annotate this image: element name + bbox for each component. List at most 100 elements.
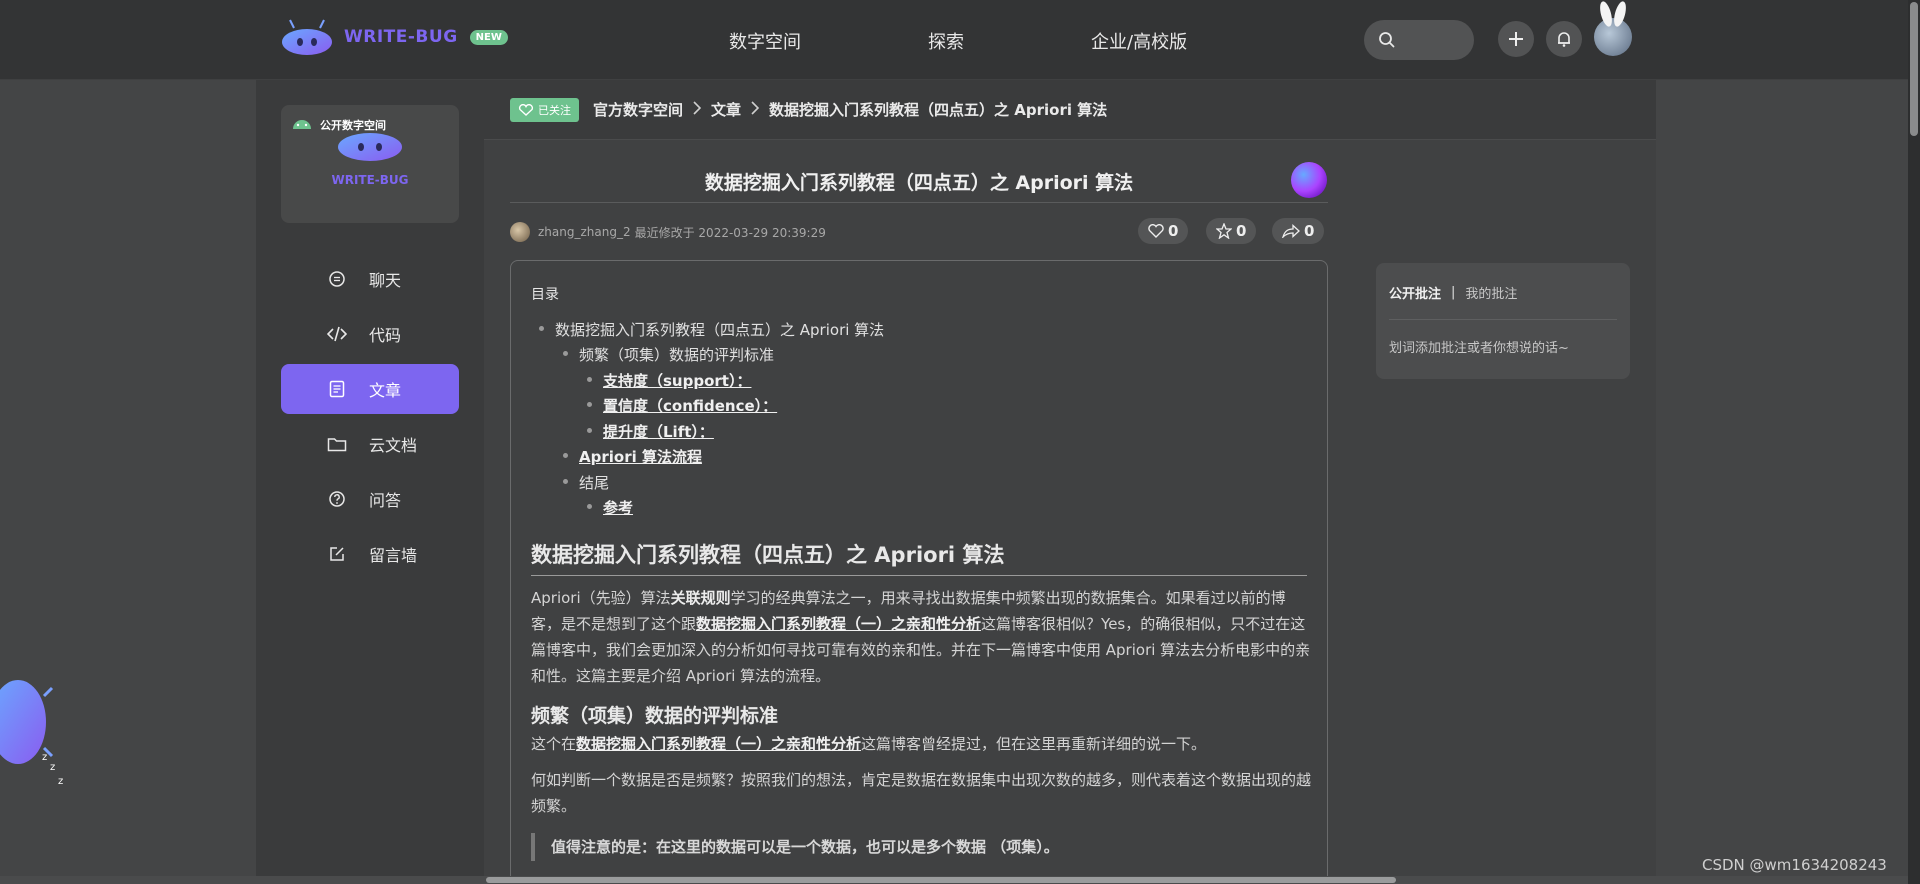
article-content: 目录 数据挖掘入门系列教程（四点五）之 Apriori 算法 频繁（项集）数据的…	[510, 260, 1328, 884]
vertical-scrollbar[interactable]	[1908, 0, 1920, 884]
breadcrumb-current: 数据挖掘入门系列教程（四点五）之 Apriori 算法	[769, 101, 1108, 119]
sidebar-item-article[interactable]: 文章	[281, 364, 459, 414]
article-title: 数据挖掘入门系列教程（四点五）之 Apriori 算法	[704, 172, 1134, 194]
nav-digital-space[interactable]: 数字空间	[729, 28, 801, 54]
bell-icon	[1558, 32, 1570, 47]
annotation-tabs: 公开批注 | 我的批注	[1389, 283, 1517, 302]
text-run: 这篇博客曾经提过，但在这里再重新详细的说一下。	[861, 735, 1207, 753]
sidebar-item-label: 留言墙	[369, 546, 418, 565]
section-paragraph: 这个在数据挖掘入门系列教程（一）之亲和性分析这篇博客曾经提过，但在这里再重新详细…	[531, 731, 1311, 757]
annotation-hint: 划词添加批注或者你想说的话~	[1389, 341, 1569, 356]
sidebar-item-message-wall[interactable]: 留言墙	[281, 529, 459, 579]
android-icon	[293, 120, 311, 129]
toc-item[interactable]: 支持度（support）：	[586, 370, 751, 391]
share-icon	[1282, 224, 1300, 238]
breadcrumb-articles[interactable]: 文章	[711, 99, 741, 120]
orb-icon[interactable]	[1291, 162, 1327, 198]
tab-separator: |	[1451, 285, 1456, 300]
modified-time: 最近修改于 2022-03-29 20:39:29	[634, 225, 826, 240]
text-run: Apriori（先验）算法	[531, 589, 671, 607]
chevron-right-icon	[751, 100, 760, 119]
folder-icon	[327, 434, 347, 454]
follow-label: 已关注	[538, 103, 571, 117]
intro-paragraph: Apriori（先验）算法关联规则学习的经典算法之一，用来寻找出数据集中频繁出现…	[531, 585, 1311, 689]
follow-button[interactable]: 已关注	[510, 97, 579, 122]
create-button[interactable]	[1498, 21, 1534, 57]
nav-enterprise[interactable]: 企业/高校版	[1091, 28, 1187, 54]
article-heading: 数据挖掘入门系列教程（四点五）之 Apriori 算法	[531, 539, 1307, 576]
section-heading: 频繁（项集）数据的评判标准	[531, 705, 779, 727]
code-icon	[327, 324, 347, 344]
heart-icon	[518, 103, 534, 116]
user-avatar[interactable]	[1594, 1, 1632, 56]
chevron-right-icon	[693, 100, 702, 119]
sidebar-item-code[interactable]: 代码	[281, 309, 459, 359]
text-run: 这个在	[531, 735, 577, 753]
star-count: 0	[1236, 222, 1247, 240]
article-icon	[327, 379, 347, 399]
toc-item[interactable]: 频繁（项集）数据的评判标准	[562, 344, 774, 365]
like-count: 0	[1168, 222, 1179, 240]
sleeping-mascot-icon: z z z	[0, 680, 63, 787]
breadcrumb: 已关注 官方数字空间 文章 数据挖掘入门系列教程（四点五）之 Apriori 算…	[484, 80, 1656, 140]
brand-name: WRITE-BUG	[344, 27, 458, 47]
annotations-panel: 公开批注 | 我的批注 划词添加批注或者你想说的话~	[1376, 263, 1630, 379]
top-navbar: WRITE-BUG NEW 数字空间 探索 企业/高校版	[0, 0, 1908, 80]
mascot-icon	[338, 133, 402, 161]
sidebar-item-label: 问答	[369, 491, 402, 510]
bunny-ears-icon	[1600, 1, 1626, 27]
svg-text:z: z	[42, 752, 47, 763]
sidebar-item-label: 聊天	[369, 271, 402, 290]
mascot-logo-icon	[280, 18, 334, 56]
space-card-brand: WRITE-BUG	[331, 173, 409, 187]
author-name[interactable]: zhang_zhang_2	[538, 225, 631, 239]
sidebar-item-label: 云文档	[369, 436, 418, 455]
public-space-card[interactable]: 公开数字空间 WRITE-BUG	[281, 105, 459, 223]
main-content: 已关注 官方数字空间 文章 数据挖掘入门系列教程（四点五）之 Apriori 算…	[484, 80, 1656, 884]
blockquote: 值得注意的是：在这里的数据可以是一个数据，也可以是多个数据 （项集）。	[531, 833, 1307, 861]
sidebar-item-qa[interactable]: 问答	[281, 474, 459, 524]
question-icon	[327, 489, 347, 509]
heart-icon	[1148, 224, 1164, 238]
sidebar-item-label: 文章	[369, 381, 402, 400]
edit-icon	[327, 544, 347, 564]
svg-text:z: z	[58, 776, 63, 787]
share-button[interactable]: 0	[1272, 218, 1325, 244]
article-meta: zhang_zhang_2 最近修改于 2022-03-29 20:39:29	[510, 222, 826, 242]
sidebar-item-chat[interactable]: 聊天	[281, 254, 459, 304]
author-avatar[interactable]	[510, 222, 530, 242]
toc-item[interactable]: 结尾	[562, 472, 609, 493]
toc-item[interactable]: 参考	[586, 497, 633, 518]
search-icon	[1379, 32, 1395, 48]
like-button[interactable]: 0	[1138, 218, 1189, 244]
horizontal-scrollbar-thumb[interactable]	[486, 877, 1396, 883]
brand-logo[interactable]: WRITE-BUG NEW	[280, 18, 508, 56]
keyword-bold: 关联规则	[670, 589, 731, 607]
title-divider	[510, 202, 1328, 203]
tab-public-annotations[interactable]: 公开批注	[1389, 283, 1441, 302]
section-paragraph: 何如判断一个数据是否是频繁？按照我们的想法，肯定是数据在数据集中出现次数的越多，…	[531, 771, 1312, 815]
toc-item[interactable]: 提升度（Lift）：	[587, 421, 714, 442]
watermark: CSDN @wm1634208243	[1702, 856, 1887, 874]
article-link[interactable]: 数据挖掘入门系列教程（一）之亲和性分析	[576, 735, 861, 753]
chat-icon	[327, 269, 347, 289]
tab-my-annotations[interactable]: 我的批注	[1465, 283, 1517, 302]
toc-item[interactable]: 置信度（confidence）：	[586, 395, 777, 416]
horizontal-scrollbar[interactable]	[0, 876, 1908, 884]
star-icon	[1216, 223, 1232, 239]
floating-mascot[interactable]: z z z	[0, 666, 70, 796]
share-count: 0	[1304, 222, 1315, 240]
star-button[interactable]: 0	[1206, 218, 1257, 244]
sidebar-item-cloud-docs[interactable]: 云文档	[281, 419, 459, 469]
breadcrumb-official-space[interactable]: 官方数字空间	[593, 99, 683, 120]
toc-title: 目录	[531, 287, 559, 303]
toc-item[interactable]: Apriori 算法流程	[563, 446, 702, 467]
article-link[interactable]: 数据挖掘入门系列教程（一）之亲和性分析	[696, 615, 981, 633]
notifications-button[interactable]	[1546, 21, 1582, 57]
vertical-scrollbar-thumb[interactable]	[1910, 2, 1918, 136]
new-badge: NEW	[469, 29, 508, 45]
nav-explore[interactable]: 探索	[928, 28, 964, 54]
annotation-divider	[1389, 319, 1617, 320]
search-input[interactable]	[1364, 20, 1474, 60]
toc-item[interactable]: 数据挖掘入门系列教程（四点五）之 Apriori 算法	[538, 319, 884, 340]
